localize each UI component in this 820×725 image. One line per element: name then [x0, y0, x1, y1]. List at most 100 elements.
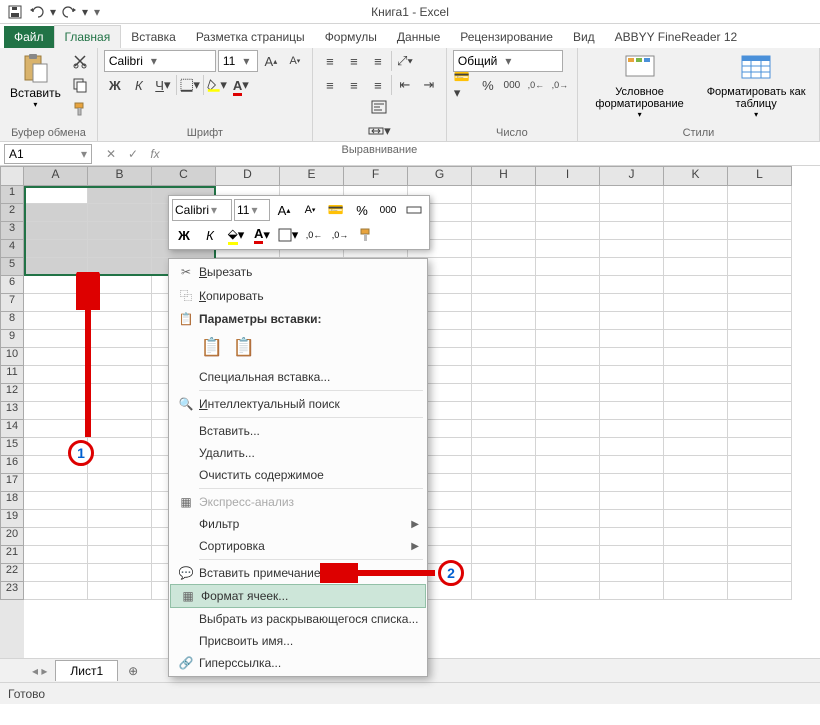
tab-formulas[interactable]: Формулы — [315, 26, 387, 48]
row-header[interactable]: 13 — [0, 402, 24, 420]
cell[interactable] — [88, 582, 152, 600]
cell[interactable] — [536, 564, 600, 582]
row-header[interactable]: 10 — [0, 348, 24, 366]
cell[interactable] — [88, 456, 152, 474]
cell[interactable] — [600, 456, 664, 474]
cell[interactable] — [664, 276, 728, 294]
enter-formula-icon[interactable]: ✓ — [122, 143, 144, 165]
cell[interactable] — [88, 546, 152, 564]
cell[interactable] — [472, 186, 536, 204]
col-header[interactable]: E — [280, 166, 344, 186]
cell[interactable] — [472, 222, 536, 240]
cell[interactable] — [728, 204, 792, 222]
cell[interactable] — [728, 564, 792, 582]
ctx-paste-special[interactable]: Специальная вставка... — [169, 366, 427, 388]
col-header[interactable]: L — [728, 166, 792, 186]
col-header[interactable]: J — [600, 166, 664, 186]
row-header[interactable]: 6 — [0, 276, 24, 294]
ctx-pick-from-list[interactable]: Выбрать из раскрывающегося списка... — [169, 608, 427, 630]
mini-accounting-icon[interactable]: 💳 — [324, 199, 348, 221]
cell[interactable] — [728, 474, 792, 492]
cell[interactable] — [600, 510, 664, 528]
col-header[interactable]: H — [472, 166, 536, 186]
ctx-format-cells[interactable]: ▦Формат ячеек... — [170, 584, 426, 608]
tab-file[interactable]: Файл — [4, 26, 54, 48]
cell[interactable] — [472, 456, 536, 474]
col-header[interactable]: B — [88, 166, 152, 186]
mini-italic-button[interactable]: К — [198, 224, 222, 246]
align-middle-icon[interactable]: ≡ — [343, 50, 365, 72]
ctx-smart-lookup[interactable]: 🔍Интеллектуальный поиск — [169, 393, 427, 415]
cell[interactable] — [600, 384, 664, 402]
cell[interactable] — [24, 240, 88, 258]
cell[interactable] — [664, 312, 728, 330]
row-header[interactable]: 4 — [0, 240, 24, 258]
italic-button[interactable]: К — [128, 74, 150, 96]
cell[interactable] — [472, 438, 536, 456]
col-header[interactable]: A — [24, 166, 88, 186]
row-header[interactable]: 9 — [0, 330, 24, 348]
col-header[interactable]: F — [344, 166, 408, 186]
sheet-tab-1[interactable]: Лист1 — [55, 660, 118, 681]
tab-insert[interactable]: Вставка — [121, 26, 186, 48]
cell[interactable] — [600, 258, 664, 276]
undo-icon[interactable] — [26, 1, 48, 23]
row-header[interactable]: 16 — [0, 456, 24, 474]
sheet-nav[interactable]: ◂ ▸ — [24, 664, 55, 678]
ctx-hyperlink[interactable]: 🔗Гиперссылка... — [169, 652, 427, 674]
row-header[interactable]: 21 — [0, 546, 24, 564]
cell[interactable] — [88, 204, 152, 222]
cell[interactable] — [600, 222, 664, 240]
cell[interactable] — [728, 456, 792, 474]
orientation-icon[interactable]: ⤢▾ — [394, 50, 416, 72]
align-bottom-icon[interactable]: ≡ — [367, 50, 389, 72]
col-header[interactable]: K — [664, 166, 728, 186]
col-header[interactable]: C — [152, 166, 216, 186]
row-header[interactable]: 20 — [0, 528, 24, 546]
cell[interactable] — [664, 456, 728, 474]
cell[interactable] — [664, 186, 728, 204]
cell[interactable] — [728, 276, 792, 294]
cell[interactable] — [472, 546, 536, 564]
mini-comma-icon[interactable]: 000 — [376, 199, 400, 221]
cell[interactable] — [472, 420, 536, 438]
cell[interactable] — [728, 366, 792, 384]
fx-icon[interactable]: fx — [144, 143, 166, 165]
cell[interactable] — [600, 474, 664, 492]
cell[interactable] — [664, 510, 728, 528]
cell[interactable] — [24, 546, 88, 564]
cell[interactable] — [536, 582, 600, 600]
row-header[interactable]: 19 — [0, 510, 24, 528]
wrap-text-button[interactable] — [319, 96, 440, 118]
row-header[interactable]: 23 — [0, 582, 24, 600]
cell[interactable] — [664, 564, 728, 582]
cell[interactable] — [728, 528, 792, 546]
cell[interactable] — [600, 204, 664, 222]
cell[interactable] — [24, 474, 88, 492]
underline-button[interactable]: Ч▾ — [152, 74, 174, 96]
row-header[interactable]: 15 — [0, 438, 24, 456]
cell[interactable] — [728, 294, 792, 312]
merge-center-button[interactable]: ▾ — [319, 120, 440, 142]
ctx-delete[interactable]: Удалить... — [169, 442, 427, 464]
cell[interactable] — [600, 582, 664, 600]
conditional-formatting-button[interactable]: Условное форматирование▾ — [584, 50, 695, 121]
cell[interactable] — [88, 528, 152, 546]
format-as-table-button[interactable]: Форматировать как таблицу▾ — [699, 50, 813, 121]
row-header[interactable]: 8 — [0, 312, 24, 330]
tab-data[interactable]: Данные — [387, 26, 450, 48]
mini-size-combo[interactable]: 11▾ — [234, 199, 270, 221]
cell[interactable] — [536, 222, 600, 240]
cell[interactable] — [536, 276, 600, 294]
cell[interactable] — [536, 258, 600, 276]
cell[interactable] — [600, 276, 664, 294]
row-header[interactable]: 11 — [0, 366, 24, 384]
paste-button[interactable]: Вставить ▾ — [6, 50, 65, 111]
mini-percent-icon[interactable]: % — [350, 199, 374, 221]
cell[interactable] — [728, 312, 792, 330]
cell[interactable] — [24, 186, 88, 204]
cell[interactable] — [472, 384, 536, 402]
bold-button[interactable]: Ж — [104, 74, 126, 96]
redo-icon[interactable] — [58, 1, 80, 23]
paste-values-icon[interactable]: 📋 — [231, 334, 257, 360]
